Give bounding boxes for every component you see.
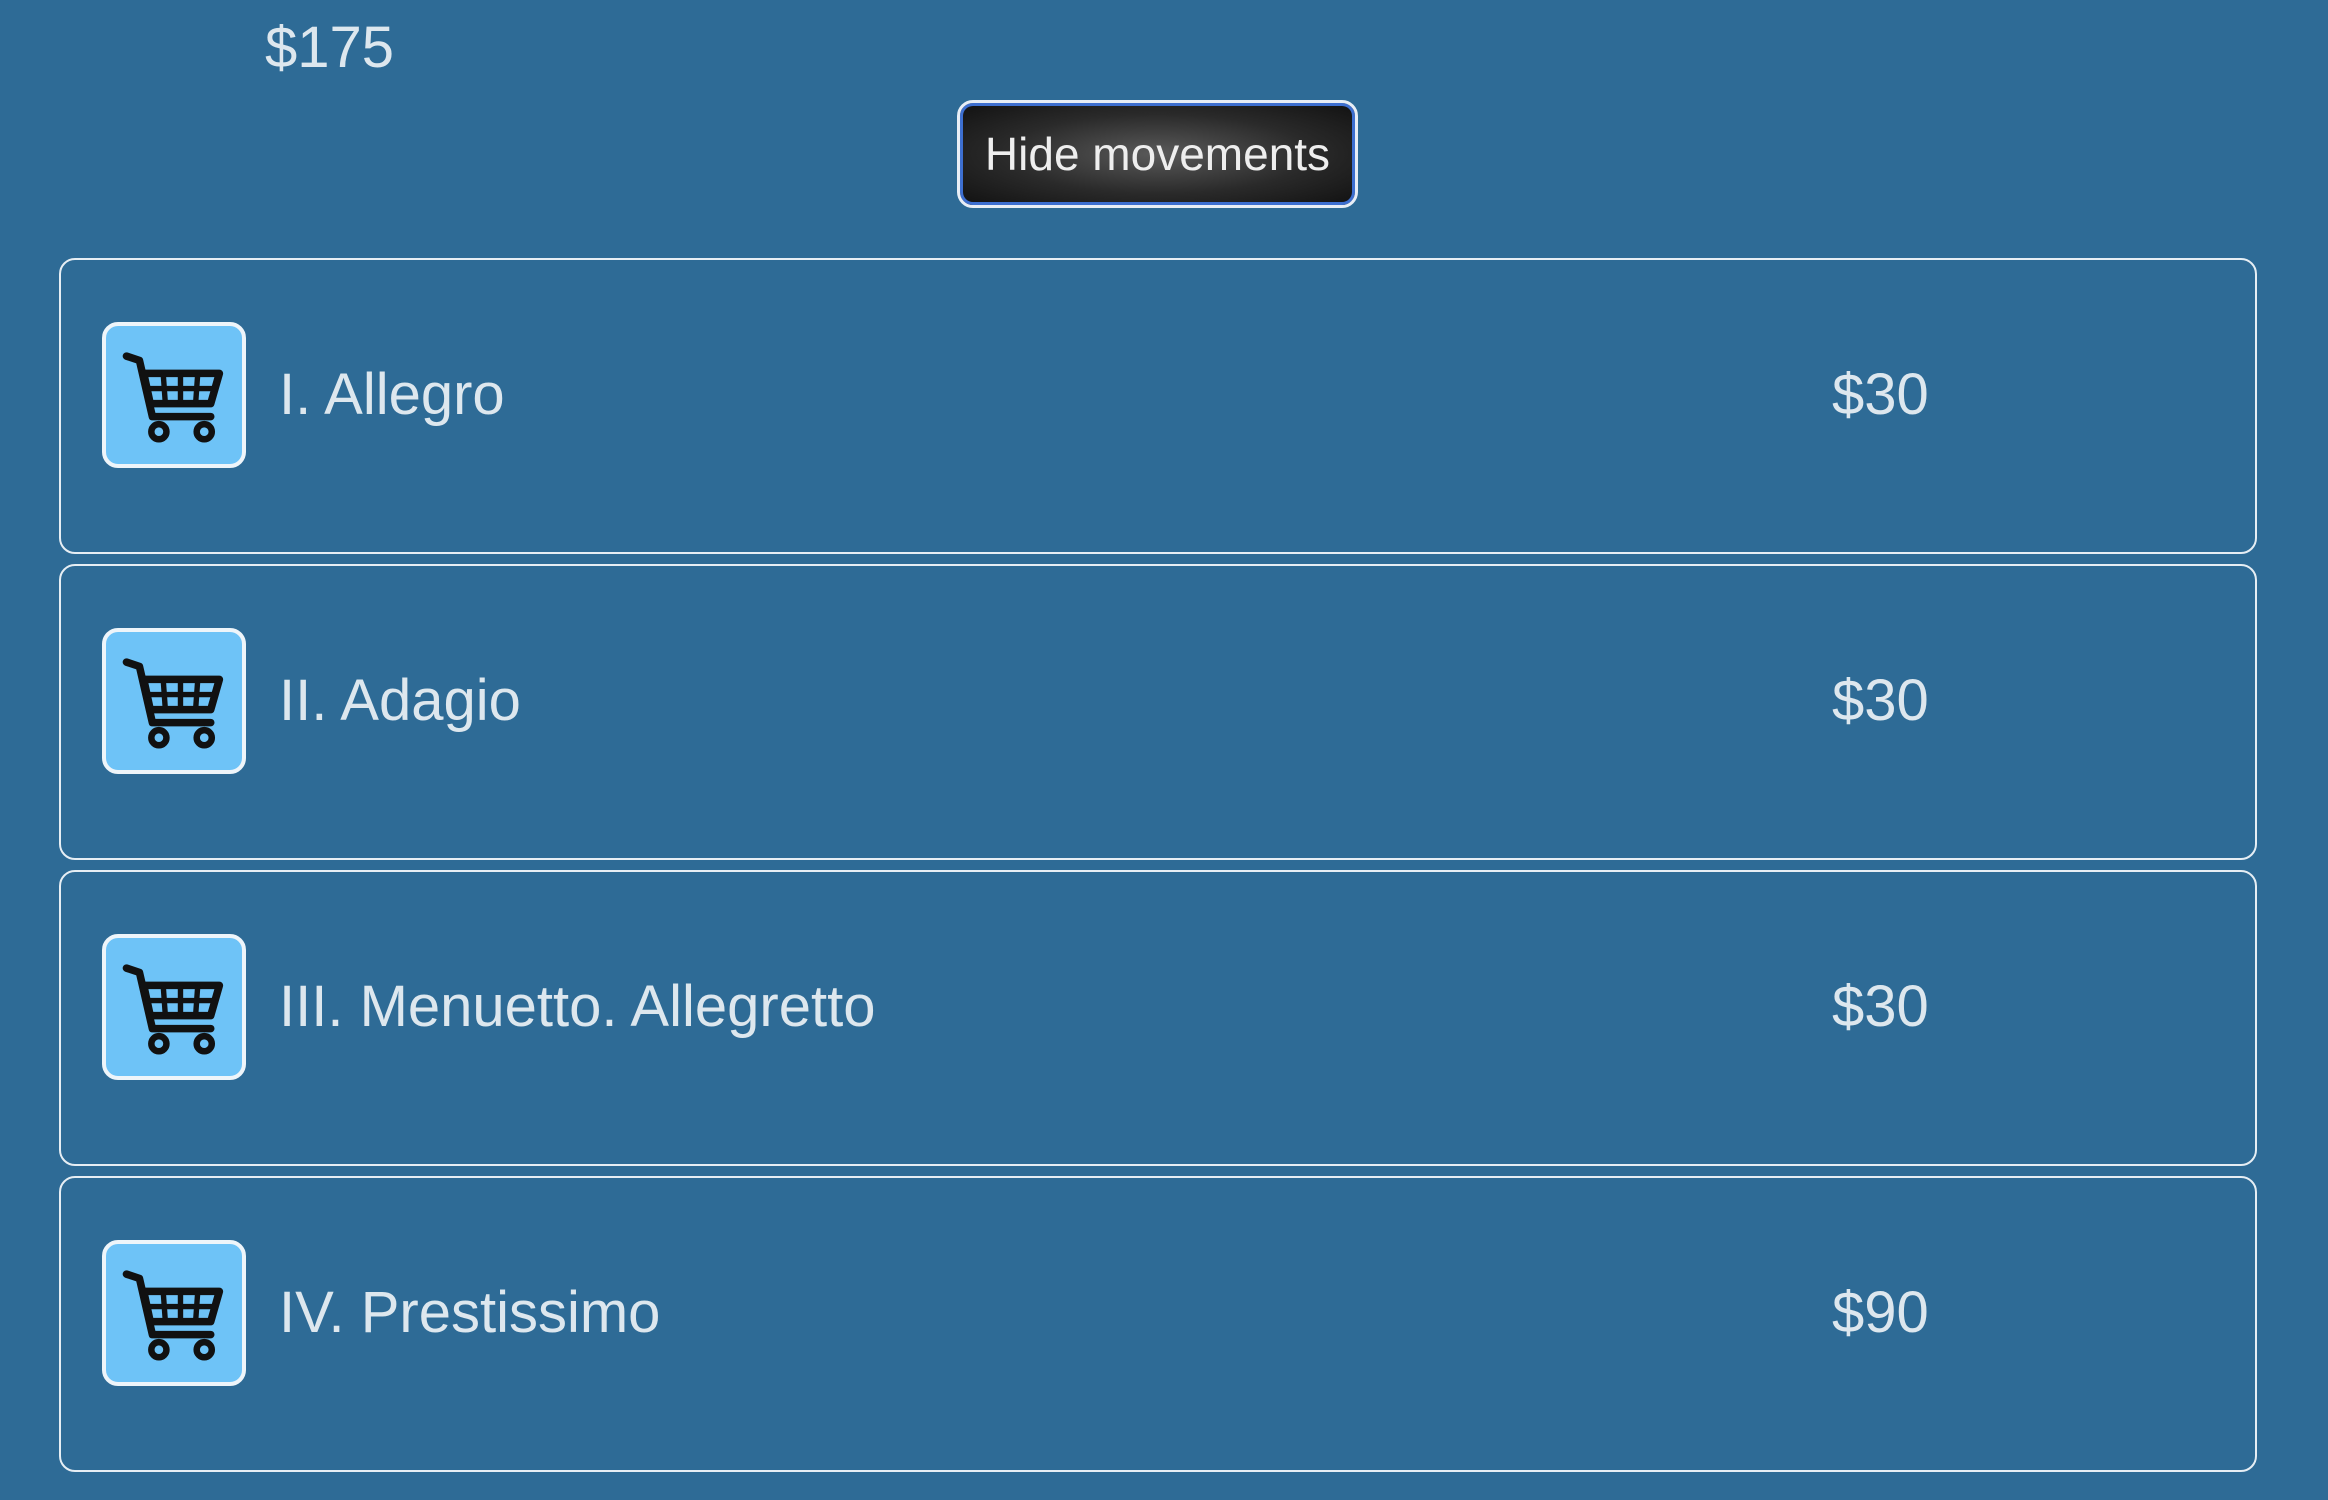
hide-movements-button[interactable]: Hide movements bbox=[957, 100, 1358, 208]
movement-item: I. Allegro $30 bbox=[59, 258, 2257, 554]
shopping-cart-icon bbox=[122, 964, 224, 1055]
movement-price: $30 bbox=[1832, 362, 1929, 427]
movement-item: III. Menuetto. Allegretto $30 bbox=[59, 870, 2257, 1166]
movement-title: I. Allegro bbox=[279, 362, 505, 427]
movement-list: I. Allegro $30 II. Adagio $30 III. Menue… bbox=[59, 258, 2257, 1482]
shopping-cart-icon bbox=[122, 658, 224, 749]
movement-price: $30 bbox=[1832, 668, 1929, 733]
add-to-cart-button[interactable] bbox=[102, 934, 246, 1080]
movement-item: IV. Prestissimo $90 bbox=[59, 1176, 2257, 1472]
movement-title: IV. Prestissimo bbox=[279, 1280, 661, 1345]
total-price: $175 bbox=[265, 15, 395, 80]
movement-item: II. Adagio $30 bbox=[59, 564, 2257, 860]
movement-title: III. Menuetto. Allegretto bbox=[279, 974, 876, 1039]
movement-price: $30 bbox=[1832, 974, 1929, 1039]
add-to-cart-button[interactable] bbox=[102, 1240, 246, 1386]
add-to-cart-button[interactable] bbox=[102, 322, 246, 468]
movement-title: II. Adagio bbox=[279, 668, 521, 733]
movement-price: $90 bbox=[1832, 1280, 1929, 1345]
shopping-cart-icon bbox=[122, 1270, 224, 1361]
shopping-cart-icon bbox=[122, 352, 224, 443]
add-to-cart-button[interactable] bbox=[102, 628, 246, 774]
